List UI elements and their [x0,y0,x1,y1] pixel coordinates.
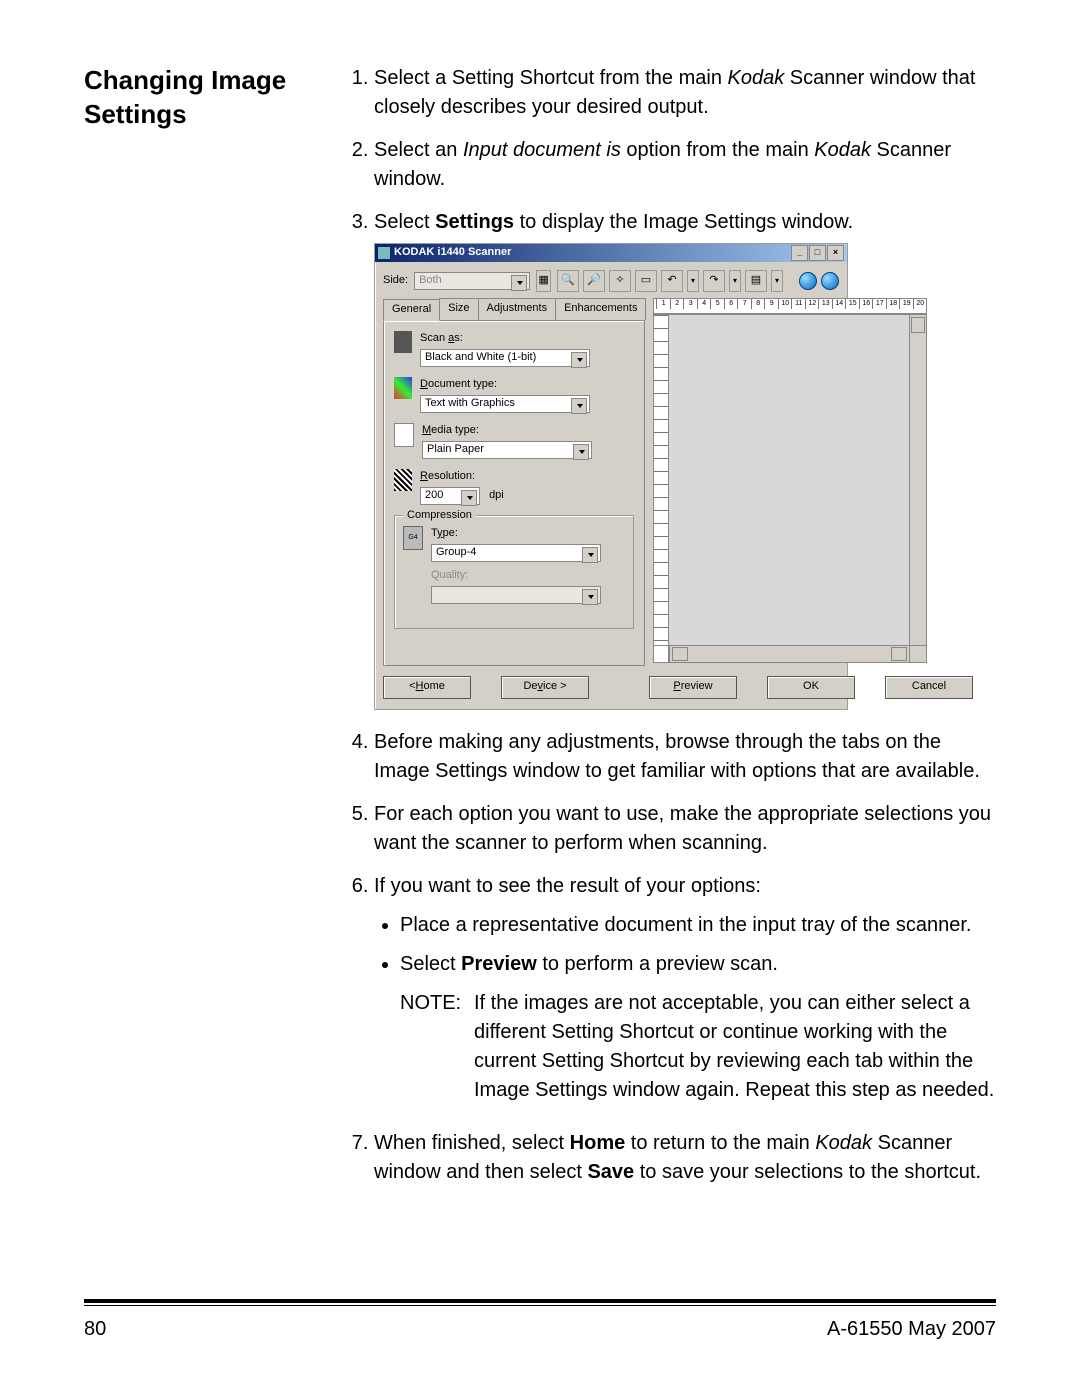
tool-5-menu-icon[interactable]: ▾ [771,270,783,292]
minimize-button[interactable]: _ [791,245,808,261]
step-6-bullet-1: Place a representative document in the i… [400,911,996,940]
quality-label: Quality: [431,568,625,584]
horizontal-ruler: 1234567891011121314151617181920 [653,298,927,314]
globe-icon[interactable] [799,272,817,290]
quality-dropdown [431,586,601,604]
device-button[interactable]: Device > [501,676,589,699]
media-type-label: Media type: [422,423,634,439]
step-1: Select a Setting Shortcut from the main … [374,64,996,122]
rotate-left-icon[interactable]: ↶ [661,270,683,292]
compression-fieldset: Compression G4 Type: Group-4 [394,515,634,629]
tab-bar: General Size Adjustments Enhancements [383,298,645,320]
media-type-dropdown[interactable]: Plain Paper [422,441,592,459]
horizontal-scrollbar[interactable] [669,646,910,663]
close-button[interactable]: × [827,245,844,261]
zoom-out-icon[interactable]: 🔎 [583,270,605,292]
maximize-button[interactable]: □ [809,245,826,261]
tool-icon-5[interactable]: ▤ [745,270,767,292]
window-title: KODAK i1440 Scanner [394,245,511,261]
window-titlebar: KODAK i1440 Scanner _ □ × [375,244,847,262]
tool-icon-2[interactable]: ▭ [635,270,657,292]
steps-list: Select a Setting Shortcut from the main … [346,64,996,1187]
vertical-scrollbar[interactable] [909,315,926,645]
document-id: A-61550 May 2007 [827,1318,996,1341]
compression-legend: Compression [403,508,476,524]
resolution-dropdown[interactable]: 200 [420,487,480,505]
resolution-icon [394,469,412,491]
tab-size[interactable]: Size [439,298,478,320]
general-panel: Scan as: Black and White (1-bit) Documen [383,320,645,666]
cancel-button[interactable]: Cancel [885,676,973,699]
step-2: Select an Input document is option from … [374,136,996,194]
tab-general[interactable]: General [383,299,440,321]
scan-as-label: Scan as: [420,331,634,347]
side-action-icon[interactable]: ▦ [536,270,551,292]
home-button[interactable]: < Home [383,676,471,699]
tool-icon-1[interactable]: ✧ [609,270,631,292]
note-block: NOTE: If the images are not acceptable, … [400,989,996,1105]
step-3: Select Settings to display the Image Set… [374,208,996,710]
step-4: Before making any adjustments, browse th… [374,728,996,786]
ok-button[interactable]: OK [767,676,855,699]
rotate-right-icon[interactable]: ↷ [703,270,725,292]
preview-canvas[interactable] [669,315,909,645]
note-label: NOTE: [400,989,464,1105]
vertical-ruler [654,315,669,645]
side-dropdown[interactable]: Both [414,272,530,290]
document-type-icon [394,377,412,399]
resolution-label: Resolution: [420,469,634,485]
media-type-icon [394,423,414,447]
preview-button[interactable]: Preview [649,676,737,699]
section-heading: Changing Image Settings [84,64,314,132]
compression-type-label: Type: [431,526,625,542]
step-6-bullet-2: Select Preview to perform a preview scan… [400,950,996,979]
document-type-label: Document type: [420,377,634,393]
note-body: If the images are not acceptable, you ca… [474,989,996,1105]
zoom-in-icon[interactable]: 🔍 [557,270,579,292]
tab-adjustments[interactable]: Adjustments [478,298,557,320]
resolution-unit: dpi [489,489,504,501]
compression-type-dropdown[interactable]: Group-4 [431,544,601,562]
tab-enhancements[interactable]: Enhancements [555,298,646,320]
scan-as-icon [394,331,412,353]
preview-area [653,314,927,646]
rotate-left-menu-icon[interactable]: ▾ [687,270,699,292]
page-footer: 80 A-61550 May 2007 [84,1299,996,1341]
document-type-dropdown[interactable]: Text with Graphics [420,395,590,413]
rotate-right-menu-icon[interactable]: ▾ [729,270,741,292]
page-number: 80 [84,1318,106,1341]
scanner-window: KODAK i1440 Scanner _ □ × Side: Bo [374,243,848,710]
step-5: For each option you want to use, make th… [374,800,996,858]
step-7: When finished, select Home to return to … [374,1129,996,1187]
step-6: If you want to see the result of your op… [374,872,996,1105]
scan-as-dropdown[interactable]: Black and White (1-bit) [420,349,590,367]
compression-icon: G4 [403,526,423,550]
app-icon [378,247,390,259]
help-icon[interactable] [821,272,839,290]
side-label: Side: [383,273,408,289]
